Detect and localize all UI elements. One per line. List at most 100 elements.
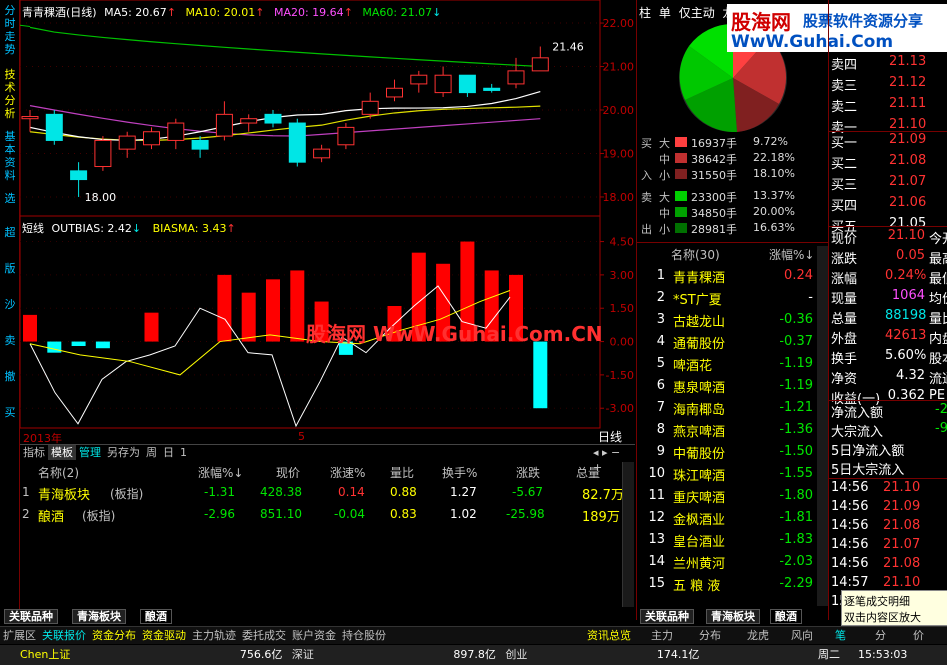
stock-list-item[interactable]: 13 皇台酒业 -1.83 <box>641 530 829 552</box>
stock-list-item[interactable]: 7 海南椰岛 -1.21 <box>641 398 829 420</box>
candle <box>45 113 63 141</box>
menu-main-track[interactable]: 主力轨迹 <box>189 627 239 644</box>
stock-no: 8 <box>656 422 665 437</box>
table-scrollbar[interactable] <box>622 462 634 607</box>
menu-wind[interactable]: 风向 <box>788 627 816 644</box>
stock-list-item[interactable]: 12 金枫酒业 -1.81 <box>641 508 829 530</box>
vtab-fundamental[interactable]: 基本资料 <box>2 130 18 182</box>
stat-right-label: 最高 <box>929 252 947 267</box>
flow-row: 中 38642手 22.18% <box>637 150 829 166</box>
fund-row: 5日净流入额 <box>831 440 947 461</box>
list-scrollbar[interactable] <box>817 246 828 606</box>
col-diff[interactable]: 涨跌 <box>516 464 540 481</box>
tab-bar[interactable]: 柱 <box>639 6 651 20</box>
menu-dragon[interactable]: 龙虎 <box>744 627 772 644</box>
menu-account[interactable]: 账户资金 <box>289 627 339 644</box>
ma20-line <box>29 105 541 137</box>
vtab-technical[interactable]: 技术分析 <box>2 68 18 120</box>
stock-list-item[interactable]: 10 珠江啤酒 -1.55 <box>641 464 829 486</box>
tick-time: 14:56 <box>831 537 869 552</box>
col-name[interactable]: 名称(2) <box>38 464 79 481</box>
table-row[interactable]: 2 酿酒 (板指) -2.96 851.10 -0.04 0.83 1.02 -… <box>20 504 635 526</box>
stock-list-item[interactable]: 11 重庆啤酒 -1.80 <box>641 486 829 508</box>
col-speed[interactable]: 涨速% <box>330 464 365 481</box>
menu-news[interactable]: 资讯总览 <box>584 627 634 644</box>
stock-no: 9 <box>656 444 665 459</box>
vtab-cancel[interactable]: 撤 <box>2 370 18 383</box>
menu-dist[interactable]: 分布 <box>696 627 724 644</box>
candle <box>313 148 331 159</box>
col-price[interactable]: 现价 <box>276 464 300 481</box>
ma10-label: MA10: 20.01 <box>185 6 256 19</box>
stock-list-item[interactable]: 9 中葡股份 -1.50 <box>641 442 829 464</box>
tab-manage[interactable]: 管理 <box>76 445 104 460</box>
menu-expand[interactable]: 扩展区 <box>0 627 39 644</box>
tab-one[interactable]: 1 <box>177 445 190 460</box>
watermark-text: 股海网 WwW.Guhai.Com.CN <box>306 322 603 346</box>
indicator-tick-label: 0.00 <box>610 336 635 349</box>
status-user: Chen上证 <box>20 648 71 661</box>
tick-row: 14:56 21.07 <box>831 537 947 558</box>
tab-active[interactable]: 仅主动 <box>679 6 715 20</box>
bid-row: 买一 21.09 <box>831 132 947 153</box>
col-volratio[interactable]: 量比 <box>390 464 414 481</box>
vtab-sandbox[interactable]: 沙 <box>2 298 18 311</box>
sheet-tab-related[interactable]: 关联品种 <box>4 609 58 624</box>
fund-label: 净流入额 <box>831 406 884 421</box>
menu-price[interactable]: 价 <box>910 627 927 644</box>
stock-change: -0.37 <box>779 334 813 349</box>
flow-tabs: 柱 单 仅主动 龙 <box>639 4 735 21</box>
sheet-tab-qinghai[interactable]: 青海板块 <box>72 609 126 624</box>
menu-related-quote[interactable]: 关联报价 <box>39 627 89 644</box>
tooltip: 逐笔成交明细 双击内容区放大 <box>841 590 947 626</box>
vtab-sell[interactable]: 卖 <box>2 334 18 347</box>
menu-tick[interactable]: 笔 <box>832 627 849 644</box>
stock-change: -1.36 <box>779 422 813 437</box>
stock-list-item[interactable]: 5 啤酒花 -1.19 <box>641 354 829 376</box>
menu-positions[interactable]: 持仓股份 <box>339 627 389 644</box>
tab-week[interactable]: 周 <box>143 445 160 460</box>
col-turnover[interactable]: 换手% <box>442 464 477 481</box>
stock-list-item[interactable]: 3 古越龙山 -0.36 <box>641 310 829 332</box>
menu-main[interactable]: 主力 <box>648 627 676 644</box>
list-header-name[interactable]: 名称(30) <box>671 246 720 263</box>
stat-label: 现价 <box>831 232 858 247</box>
stock-list-item[interactable]: 4 通葡股份 -0.37 <box>641 332 829 354</box>
stat-right-label: 股本 <box>929 352 947 367</box>
row-price: 428.38 <box>260 485 302 499</box>
row-volume: 189万 <box>582 510 620 525</box>
col-change[interactable]: 涨幅%↓ <box>198 464 243 481</box>
vtab-buy[interactable]: 买 <box>2 406 18 419</box>
stock-list-item[interactable]: 2 *ST广夏 - <box>641 288 829 310</box>
tab-saveas[interactable]: 另存为 <box>104 445 143 460</box>
stock-list-item[interactable]: 8 燕京啤酒 -1.36 <box>641 420 829 442</box>
vtab-intraday[interactable]: 分时走势 <box>2 4 18 56</box>
tab-single[interactable]: 单 <box>659 6 671 20</box>
table-row[interactable]: 1 青海板块 (板指) -1.31 428.38 0.14 0.88 1.27 … <box>20 482 635 504</box>
fund-value: -9 <box>935 421 947 436</box>
sheet-tab-liquor[interactable]: 酿酒 <box>140 609 172 624</box>
menu-minute[interactable]: 分 <box>872 627 889 644</box>
kline-chart[interactable]: 22.00 21.00 20.00 19.00 18.00 21.46 18.00 4.50 3… <box>20 0 636 455</box>
tab-template[interactable]: 模板 <box>48 445 76 460</box>
period-label[interactable]: 日线 <box>598 428 622 445</box>
menu-fund-dist[interactable]: 资金分布 <box>89 627 139 644</box>
col-volume[interactable]: 总量 <box>576 464 600 481</box>
vtab-board[interactable]: 版 <box>2 262 18 275</box>
stock-name: 重庆啤酒 <box>673 491 726 506</box>
tab-indicator[interactable]: 指标 <box>20 445 48 460</box>
vtab-super[interactable]: 超 <box>2 226 18 239</box>
stock-list-item[interactable]: 15 五 粮 液 -2.29 <box>641 574 829 596</box>
flow-side: 出 <box>641 223 652 236</box>
candle <box>434 74 452 94</box>
menu-orders[interactable]: 委托成交 <box>239 627 289 644</box>
list-header-sort[interactable]: 涨幅%↓ <box>769 246 814 263</box>
vtab-select[interactable]: 选 <box>2 192 18 205</box>
stock-list-item[interactable]: 6 惠泉啤酒 -1.19 <box>641 376 829 398</box>
menu-fund-drive[interactable]: 资金驱动 <box>139 627 189 644</box>
stock-name: 惠泉啤酒 <box>673 381 726 396</box>
fund-label: 5日净流入额 <box>831 444 905 459</box>
tab-day[interactable]: 日 <box>160 445 177 460</box>
stock-list-item[interactable]: 14 兰州黄河 -2.03 <box>641 552 829 574</box>
stock-list-item[interactable]: 1 青青稞酒 0.24 <box>641 266 829 288</box>
